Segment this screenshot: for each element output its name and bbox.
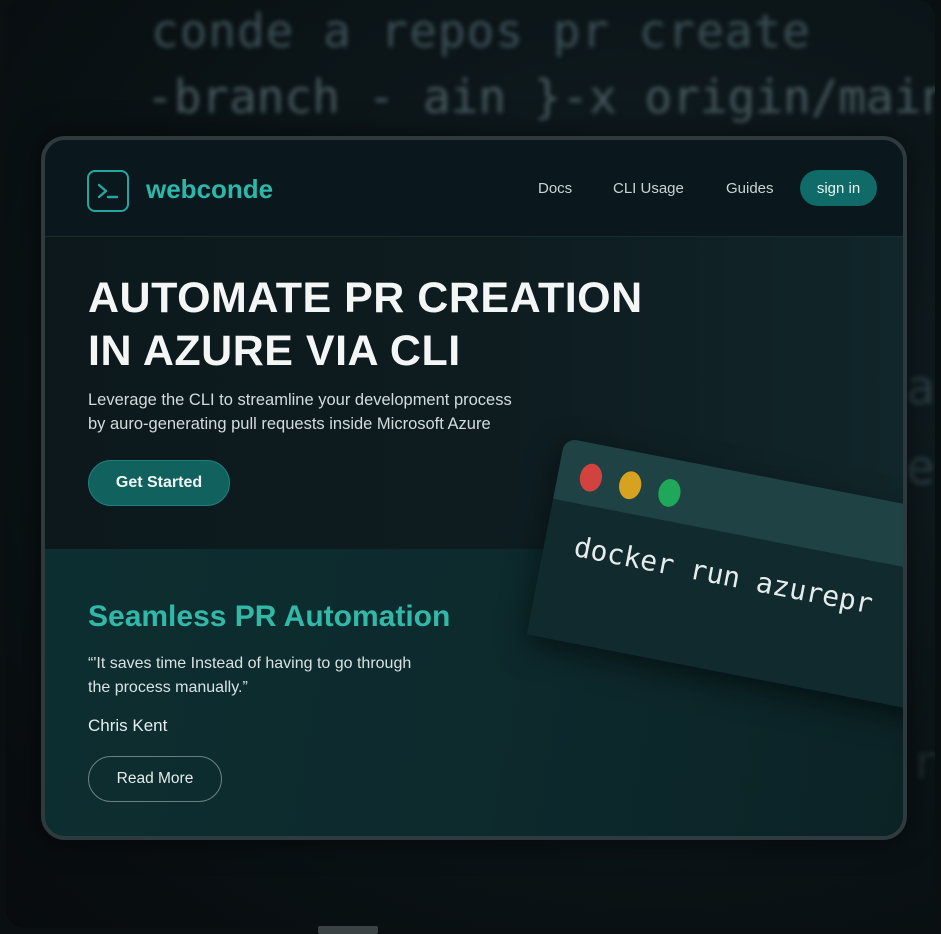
background-code-line: e — [906, 440, 935, 496]
green-dot-icon — [655, 477, 683, 509]
hero-subtitle-line: by auro-generating pull requests inside … — [88, 415, 491, 433]
sign-in-button[interactable]: sign in — [800, 170, 877, 206]
nav-link-guides[interactable]: Guides — [726, 180, 774, 197]
quote-line: the process manually.” — [88, 679, 248, 696]
hero-title-line: AUTOMATE PR CREATION — [88, 274, 643, 322]
terminal-prompt-icon-glyph — [97, 183, 119, 199]
hero-subtitle-line: Leverage the CLI to streamline your deve… — [88, 391, 512, 409]
background-code-line: r — [911, 735, 935, 789]
hero-title-line: IN AZURE VIA CLI — [88, 327, 461, 375]
background-code-line: conde a repos pr create — [151, 4, 811, 58]
background-code-line: -branch - ain }-x origin/main br — [146, 70, 935, 124]
nav-link-docs[interactable]: Docs — [538, 180, 572, 197]
red-dot-icon — [577, 461, 605, 494]
yellow-dot-icon — [616, 469, 644, 502]
website-window: webconde Docs CLI Usage Guides sign in d… — [41, 136, 907, 840]
terminal-prompt-icon[interactable] — [87, 170, 129, 212]
brand-name[interactable]: webconde — [146, 174, 273, 205]
testimonial-quote: “'It saves time Instead of having to go … — [88, 652, 468, 700]
nav-link-cli-usage[interactable]: CLI Usage — [613, 180, 684, 197]
read-more-button[interactable]: Read More — [88, 756, 222, 802]
quote-line: “'It saves time Instead of having to go … — [88, 655, 412, 672]
hero-subtitle: Leverage the CLI to streamline your deve… — [88, 388, 568, 436]
get-started-button[interactable]: Get Started — [88, 460, 230, 506]
testimonial-author: Chris Kent — [88, 716, 168, 735]
top-navbar: webconde Docs CLI Usage Guides sign in — [45, 140, 903, 237]
scrollbar-thumb[interactable] — [318, 926, 378, 934]
background-code-line: a — [906, 360, 935, 416]
hero-title: AUTOMATE PR CREATION IN AZURE VIA CLI — [88, 272, 688, 378]
feature-title: Seamless PR Automation — [88, 600, 451, 633]
